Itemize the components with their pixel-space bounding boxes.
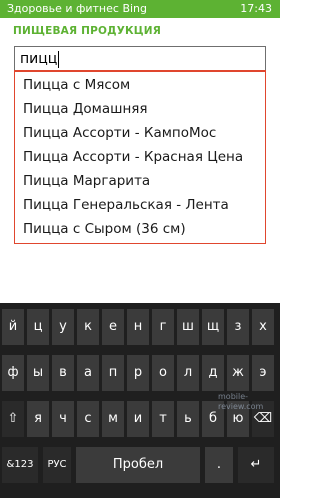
key-ц[interactable]: ц xyxy=(27,309,49,345)
key-х[interactable]: х xyxy=(252,309,274,345)
key-ф[interactable]: ф xyxy=(2,355,24,391)
suggestion-list: Пицца с Мясом Пицца Домашняя Пицца Ассор… xyxy=(14,70,266,244)
key-л[interactable]: л xyxy=(177,355,199,391)
key-е[interactable]: е xyxy=(102,309,124,345)
clock: 17:43 xyxy=(240,2,272,15)
key-э[interactable]: э xyxy=(252,355,274,391)
key-я[interactable]: я xyxy=(27,401,49,437)
app-screen: Здоровье и фитнес Bing 17:43 ПИЩЕВАЯ ПРО… xyxy=(0,0,280,498)
key-н[interactable]: н xyxy=(127,309,149,345)
key-ь[interactable]: ь xyxy=(177,401,199,437)
key-ж[interactable]: ж xyxy=(227,355,249,391)
key-а[interactable]: а xyxy=(77,355,99,391)
suggestion-item[interactable]: Пицца Ассорти - Красная Цена xyxy=(23,145,243,169)
suggestion-item[interactable]: Пицца Домашняя xyxy=(23,97,148,121)
key-ш[interactable]: ш xyxy=(177,309,199,345)
watermark: mobile-review.com xyxy=(218,392,264,411)
status-bar: Здоровье и фитнес Bing 17:43 xyxy=(0,0,280,18)
key-м[interactable]: м xyxy=(102,401,124,437)
key-у[interactable]: у xyxy=(52,309,74,345)
suggestion-item[interactable]: Пицца с Мясом xyxy=(23,73,130,97)
key-з[interactable]: з xyxy=(227,309,249,345)
key-п[interactable]: п xyxy=(102,355,124,391)
search-box[interactable] xyxy=(14,46,266,71)
language-key[interactable]: РУС xyxy=(43,447,71,483)
key-т[interactable]: т xyxy=(152,401,174,437)
key-к[interactable]: к xyxy=(77,309,99,345)
key-с[interactable]: с xyxy=(77,401,99,437)
space-key[interactable]: Пробел xyxy=(76,447,200,483)
key-г[interactable]: г xyxy=(152,309,174,345)
app-title: Здоровье и фитнес Bing xyxy=(7,2,147,15)
search-input[interactable] xyxy=(20,48,250,70)
shift-key[interactable]: ⇧ xyxy=(2,401,24,437)
key-щ[interactable]: щ xyxy=(202,309,224,345)
suggestion-item[interactable]: Пицца Генеральская - Лента xyxy=(23,193,229,217)
key-р[interactable]: р xyxy=(127,355,149,391)
suggestion-item[interactable]: Пицца с Сыром (36 см) xyxy=(23,217,186,241)
symbols-key[interactable]: &123 xyxy=(2,447,38,483)
divider xyxy=(15,71,265,72)
key-ы[interactable]: ы xyxy=(27,355,49,391)
enter-key[interactable]: ↵ xyxy=(238,447,274,483)
key-ч[interactable]: ч xyxy=(52,401,74,437)
key-о[interactable]: о xyxy=(152,355,174,391)
key-и[interactable]: и xyxy=(127,401,149,437)
period-key[interactable]: . xyxy=(205,447,233,483)
key-й[interactable]: й xyxy=(2,309,24,345)
key-в[interactable]: в xyxy=(52,355,74,391)
suggestion-item[interactable]: Пицца Ассорти - КампоМос xyxy=(23,121,216,145)
key-д[interactable]: д xyxy=(202,355,224,391)
text-caret xyxy=(58,51,59,68)
page-title: ПИЩЕВАЯ ПРОДУКЦИЯ xyxy=(13,25,161,37)
suggestion-item[interactable]: Пицца Маргарита xyxy=(23,169,150,193)
